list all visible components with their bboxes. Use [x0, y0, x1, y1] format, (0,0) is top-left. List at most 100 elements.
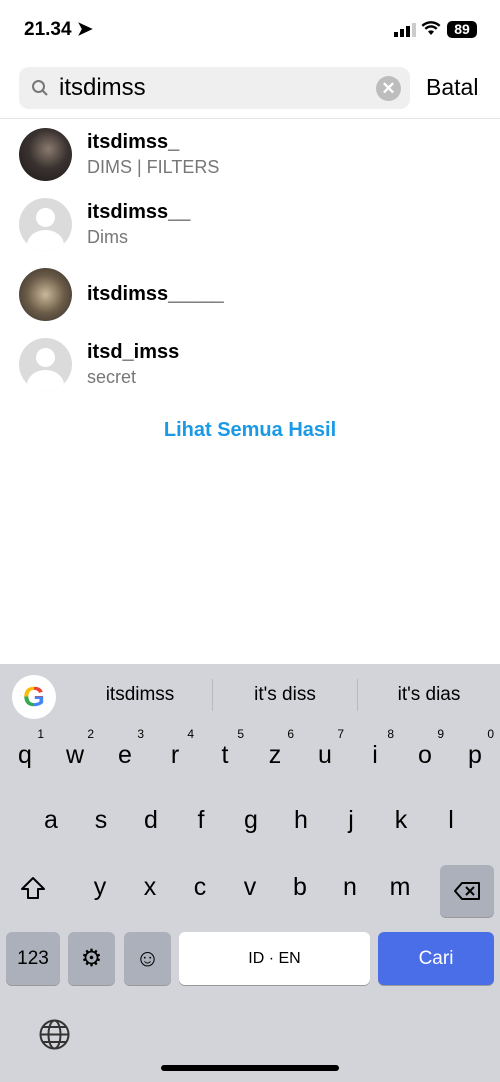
key-o[interactable]: o9: [400, 727, 450, 770]
suggestion[interactable]: itsdimss: [70, 684, 210, 706]
key-p[interactable]: p0: [450, 727, 500, 770]
key-label: u: [318, 741, 332, 769]
key-label: d: [144, 806, 158, 834]
google-icon[interactable]: G: [12, 675, 56, 719]
status-time: 21.34 ➤: [24, 19, 93, 40]
key-s[interactable]: s: [76, 806, 126, 835]
result-item[interactable]: itsdimss_____: [19, 268, 489, 328]
avatar: [19, 268, 72, 321]
search-action-key[interactable]: Cari: [378, 932, 494, 985]
signal-icon: [394, 23, 416, 42]
key-label: i: [372, 741, 378, 769]
location-icon: ➤: [76, 19, 93, 40]
default-avatar-icon: [19, 198, 72, 251]
key-hint: 9: [437, 727, 444, 741]
avatar: [19, 128, 72, 181]
full-name: secret: [87, 367, 137, 387]
key-m[interactable]: m: [375, 873, 425, 902]
result-item[interactable]: itsd_imss secret: [19, 338, 489, 398]
shift-key[interactable]: [20, 876, 46, 905]
key-f[interactable]: f: [176, 806, 226, 835]
key-label: v: [243, 873, 257, 901]
result-item[interactable]: itsdimss_ DIMS | FILTERS: [19, 128, 489, 188]
username: itsdimss__: [87, 201, 191, 223]
key-label: x: [143, 873, 157, 901]
key-hint: 5: [237, 727, 244, 741]
key-label: s: [94, 806, 108, 834]
key-hint: 0: [487, 727, 494, 741]
home-indicator[interactable]: [161, 1065, 339, 1071]
key-label: m: [389, 873, 411, 901]
suggestion[interactable]: it's diss: [214, 684, 356, 706]
key-n[interactable]: n: [325, 873, 375, 902]
username: itsd_imss: [87, 341, 180, 363]
key-b[interactable]: b: [275, 873, 325, 902]
key-g[interactable]: g: [226, 806, 276, 835]
key-t[interactable]: t5: [200, 727, 250, 770]
key-label: l: [448, 806, 454, 834]
key-r[interactable]: r4: [150, 727, 200, 770]
search-query: itsdimss: [59, 74, 146, 101]
key-hint: 7: [337, 727, 344, 741]
default-avatar-icon: [19, 338, 72, 391]
key-j[interactable]: j: [326, 806, 376, 835]
battery-icon: 89: [447, 21, 477, 38]
see-all-results-link[interactable]: Lihat Semua Hasil: [0, 419, 500, 442]
key-hint: 3: [137, 727, 144, 741]
key-label: h: [294, 806, 308, 834]
key-label: t: [221, 741, 229, 769]
suggestion[interactable]: it's dias: [358, 684, 500, 706]
key-w[interactable]: w2: [50, 727, 100, 770]
wifi-icon: [421, 20, 441, 41]
key-v[interactable]: v: [225, 873, 275, 902]
key-h[interactable]: h: [276, 806, 326, 835]
key-label: a: [44, 806, 58, 834]
search-input[interactable]: itsdimss ✕: [19, 67, 410, 109]
key-x[interactable]: x: [125, 873, 175, 902]
key-i[interactable]: i8: [350, 727, 400, 770]
username: itsdimss_: [87, 131, 180, 153]
key-hint: 1: [37, 727, 44, 741]
username: itsdimss_____: [87, 283, 224, 305]
key-label: w: [65, 741, 85, 769]
key-label: b: [293, 873, 307, 901]
key-l[interactable]: l: [426, 806, 476, 835]
key-a[interactable]: a: [26, 806, 76, 835]
key-hint: 8: [387, 727, 394, 741]
key-hint: 6: [287, 727, 294, 741]
key-k[interactable]: k: [376, 806, 426, 835]
key-label: z: [268, 741, 282, 769]
key-c[interactable]: c: [175, 873, 225, 902]
key-label: n: [343, 873, 357, 901]
divider: [0, 118, 500, 119]
key-e[interactable]: e3: [100, 727, 150, 770]
key-label: y: [93, 873, 107, 901]
key-label: q: [18, 741, 32, 769]
key-label: k: [394, 806, 408, 834]
globe-icon[interactable]: [38, 1018, 71, 1056]
full-name: Dims: [87, 227, 128, 247]
key-q[interactable]: q1: [0, 727, 50, 770]
key-label: r: [170, 741, 180, 769]
key-d[interactable]: d: [126, 806, 176, 835]
key-y[interactable]: y: [75, 873, 125, 902]
key-hint: 4: [187, 727, 194, 741]
key-label: p: [468, 741, 482, 769]
key-label: j: [348, 806, 354, 834]
emoji-icon[interactable]: ☺: [124, 932, 171, 985]
backspace-key[interactable]: [440, 865, 494, 917]
key-label: o: [418, 741, 432, 769]
search-icon: [32, 80, 48, 96]
settings-gear-icon[interactable]: ⚙: [68, 932, 115, 985]
divider: [212, 679, 213, 711]
cancel-button[interactable]: Batal: [426, 74, 478, 101]
key-label: e: [118, 741, 132, 769]
space-key[interactable]: ID · EN: [179, 932, 370, 985]
full-name: DIMS | FILTERS: [87, 157, 220, 177]
key-label: f: [197, 806, 205, 834]
result-item[interactable]: itsdimss__ Dims: [19, 198, 489, 258]
key-z[interactable]: z6: [250, 727, 300, 770]
numbers-key[interactable]: 123: [6, 932, 60, 985]
clear-icon[interactable]: ✕: [376, 76, 401, 101]
key-u[interactable]: u7: [300, 727, 350, 770]
